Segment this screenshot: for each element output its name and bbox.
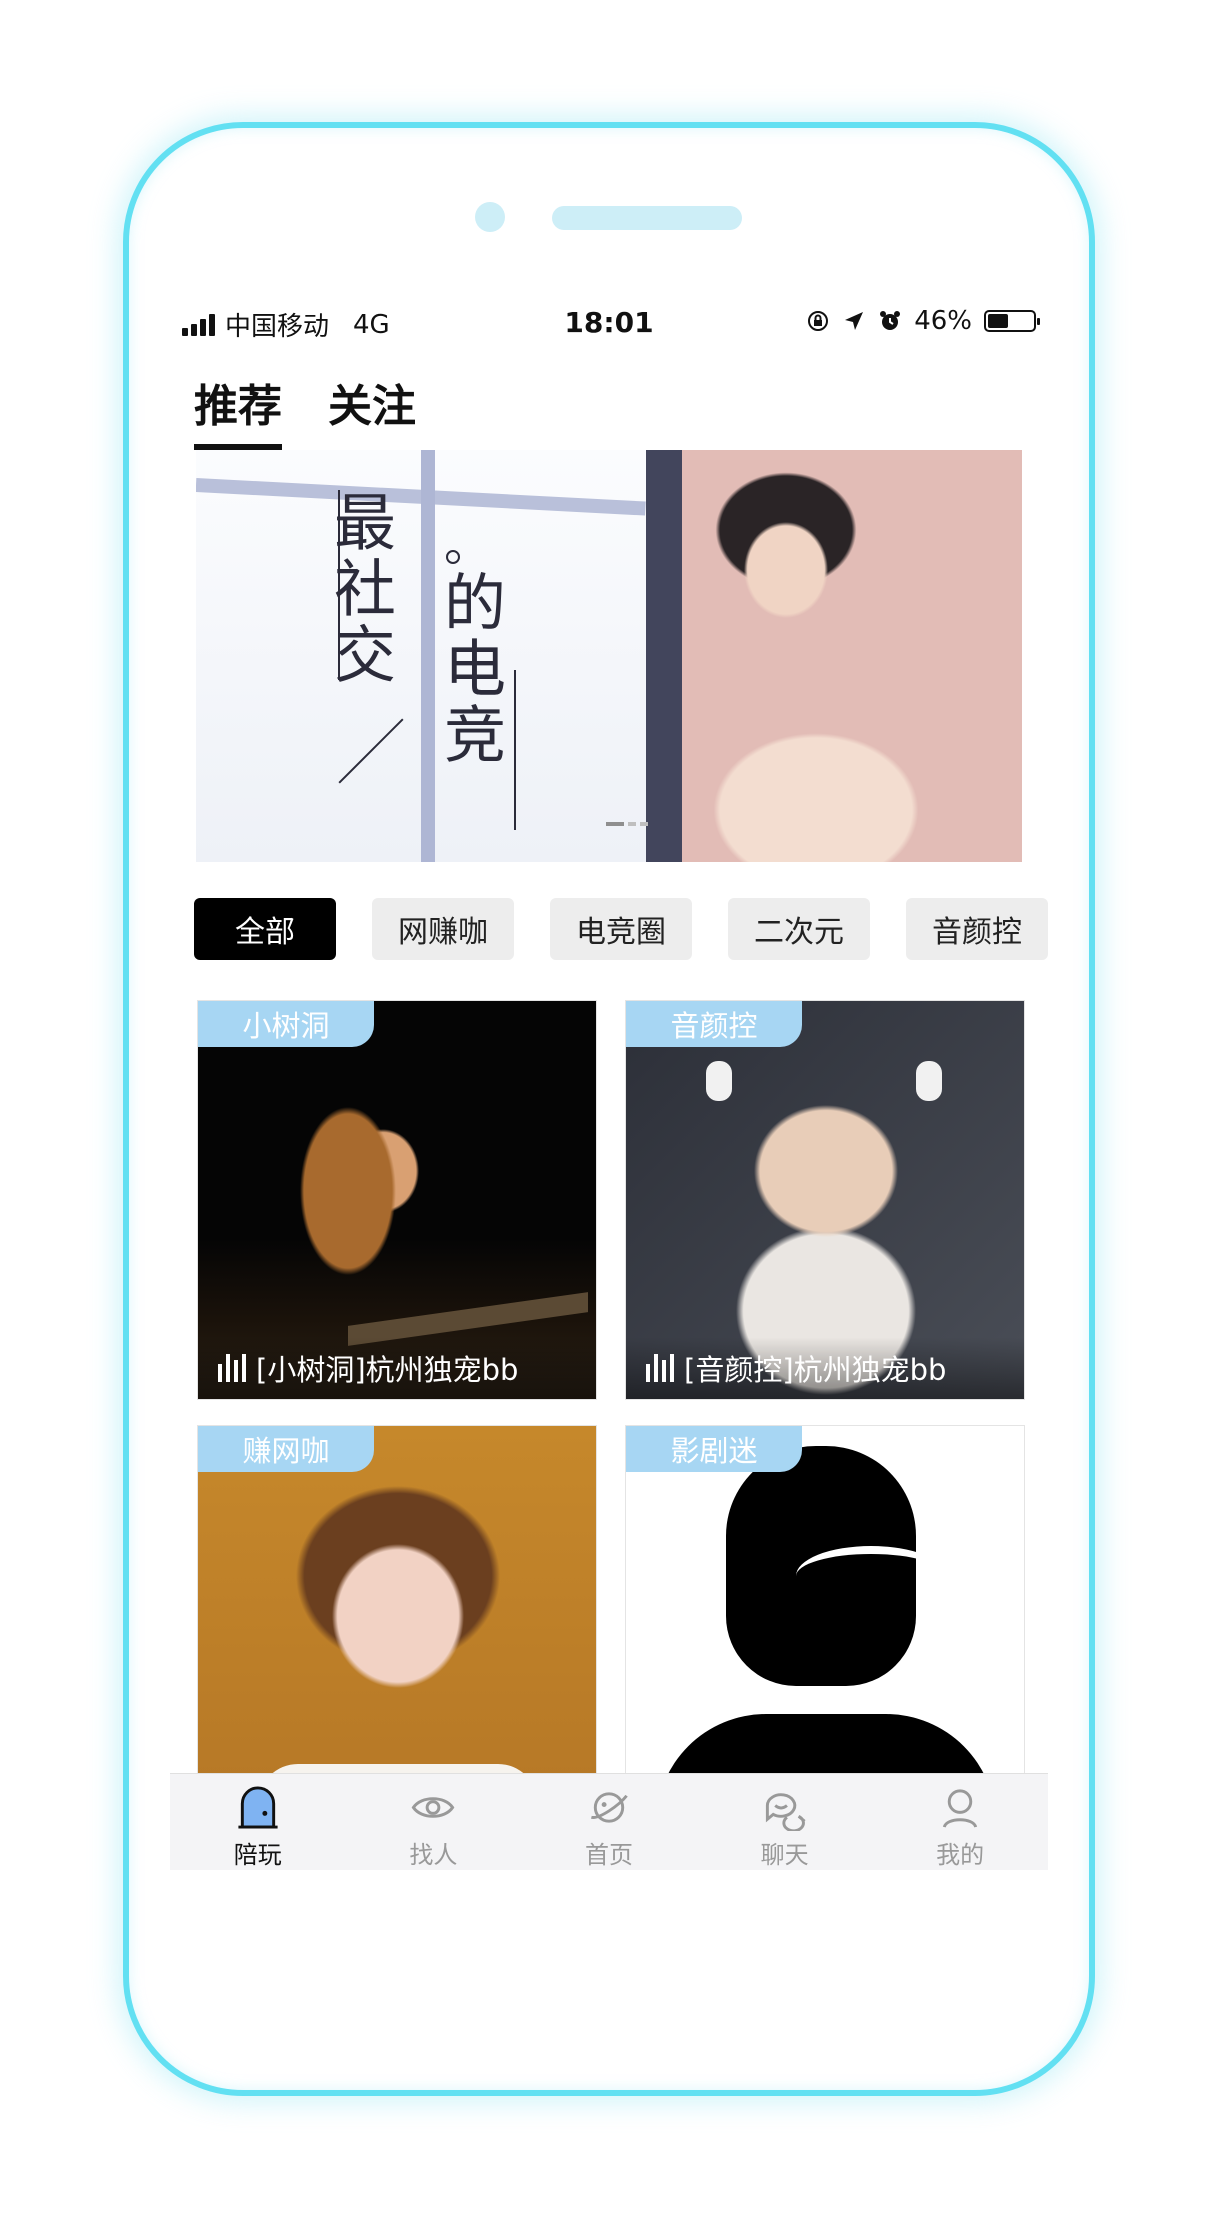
card-tag: 影剧迷 xyxy=(626,1426,802,1472)
top-tabs: 推荐 关注 xyxy=(194,370,416,450)
promo-banner[interactable]: 最社交 的电竞 xyxy=(196,450,1022,862)
orientation-lock-icon xyxy=(808,311,829,331)
nav-chat[interactable]: 聊天 xyxy=(725,1774,845,1870)
chip-wangzhuanka[interactable]: 网赚咖 xyxy=(372,898,514,960)
tab-recommend[interactable]: 推荐 xyxy=(194,370,282,450)
planet-icon xyxy=(591,1792,628,1823)
profile-card[interactable]: 影剧迷 xyxy=(625,1425,1025,1825)
card-photo-detail xyxy=(706,1061,732,1101)
profile-card[interactable]: 小树洞 [小树洞]杭州独宠bb xyxy=(197,1000,597,1400)
location-icon xyxy=(845,312,864,330)
banner-slogan-line2: 的电竞 xyxy=(433,570,506,768)
card-caption: [音颜控]杭州独宠bb xyxy=(626,1337,1024,1399)
nav-label: 聊天 xyxy=(760,1841,809,1869)
banner-deco-dot xyxy=(446,550,460,564)
nav-peiwan[interactable]: 陪玩 xyxy=(198,1774,318,1870)
card-tag: 小树洞 xyxy=(198,1001,374,1047)
card-title: [小树洞]杭州独宠bb xyxy=(256,1353,519,1387)
status-bar: 中国移动 4G 18:01 46% xyxy=(170,290,1048,350)
tab-follow[interactable]: 关注 xyxy=(328,370,416,450)
banner-deco-line xyxy=(514,670,516,830)
battery-fill xyxy=(988,314,1008,328)
card-title: [音颜控]杭州独宠bb xyxy=(684,1353,947,1387)
audio-wave-icon xyxy=(218,1354,246,1382)
card-photo-detail xyxy=(796,1546,946,1606)
nav-label: 首页 xyxy=(584,1841,633,1869)
bottom-nav: 陪玩 找人 首页 聊天 我的 xyxy=(170,1773,1048,1870)
audio-wave-icon xyxy=(646,1354,674,1382)
card-tag: 音颜控 xyxy=(626,1001,802,1047)
battery-percent: 46% xyxy=(914,306,972,336)
profile-card[interactable]: 音颜控 [音颜控]杭州独宠bb xyxy=(625,1000,1025,1400)
chip-anime[interactable]: 二次元 xyxy=(728,898,870,960)
card-tag: 赚网咖 xyxy=(198,1426,374,1472)
profile-card[interactable]: 赚网咖 xyxy=(197,1425,597,1825)
chip-all[interactable]: 全部 xyxy=(194,898,336,960)
nav-find-people[interactable]: 找人 xyxy=(373,1774,493,1870)
chat-icon xyxy=(765,1793,806,1831)
app-screen: 中国移动 4G 18:01 46% 推荐 关注 最社交 的电竞 全部 网赚咖 电… xyxy=(170,290,1048,1870)
banner-slogan-line1: 最社交 xyxy=(323,490,396,688)
door-icon xyxy=(238,1786,278,1829)
nav-label: 我的 xyxy=(936,1841,985,1869)
earpiece-speaker xyxy=(552,206,742,230)
battery-icon xyxy=(984,310,1040,332)
eye-icon xyxy=(412,1797,455,1818)
front-camera xyxy=(475,202,505,232)
category-chips: 全部 网赚咖 电竞圈 二次元 音颜控 xyxy=(194,898,1048,960)
nav-mine[interactable]: 我的 xyxy=(900,1774,1020,1870)
person-icon xyxy=(943,1789,978,1828)
nav-label: 找人 xyxy=(409,1841,458,1869)
banner-pagination xyxy=(606,822,648,826)
banner-photo xyxy=(646,450,1022,862)
alarm-icon xyxy=(880,311,901,330)
chip-esports[interactable]: 电竞圈 xyxy=(550,898,692,960)
nav-home[interactable]: 首页 xyxy=(549,1774,669,1870)
card-photo-detail xyxy=(916,1061,942,1101)
card-caption: [小树洞]杭州独宠bb xyxy=(198,1337,596,1399)
nav-label: 陪玩 xyxy=(233,1841,282,1869)
chip-voice-looks[interactable]: 音颜控 xyxy=(906,898,1048,960)
